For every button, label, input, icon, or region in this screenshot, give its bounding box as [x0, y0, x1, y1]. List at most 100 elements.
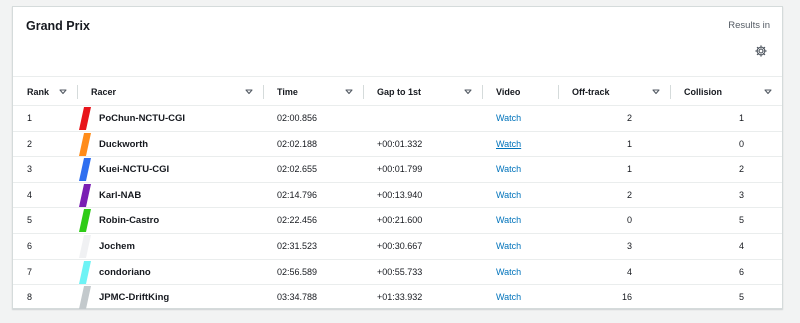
offtrack-cell: 1 [626, 164, 632, 175]
collision-cell: 4 [738, 240, 744, 251]
caret-down-icon [652, 89, 660, 95]
column-header-gap[interactable]: Gap to 1st [363, 78, 482, 106]
rank-cell: 4 [27, 189, 33, 200]
table-row: 1 PoChun-NCTU-CGI 02:00.856 Watch 2 1 [13, 106, 782, 132]
time-cell: 02:00.856 [277, 113, 318, 123]
column-label: Collision [684, 87, 722, 97]
watch-link[interactable]: Watch [482, 157, 558, 183]
offtrack-cell: 0 [626, 215, 632, 226]
rank-cell: 1 [27, 113, 33, 123]
racer-color-swatch [79, 132, 91, 156]
offtrack-cell: 1 [626, 138, 632, 149]
column-label: Time [277, 87, 298, 97]
watch-link[interactable]: Watch [482, 208, 558, 234]
racer-color-swatch [79, 286, 91, 310]
collision-cell: 6 [738, 266, 744, 277]
gap-cell: +00:55.733 [377, 266, 423, 277]
time-cell: 02:02.188 [277, 138, 318, 149]
gap-cell: +00:01.332 [377, 138, 423, 149]
column-label: Off-track [572, 87, 610, 97]
offtrack-cell: 4 [626, 266, 632, 277]
table-row: 3 Kuei-NCTU-CGI 02:02.655 +00:01.799 Wat… [13, 157, 782, 183]
panel-title: Grand Prix [26, 19, 90, 33]
table-body: 1 PoChun-NCTU-CGI 02:00.856 Watch 2 1 2 … [13, 106, 782, 311]
rank-cell: 7 [27, 266, 33, 277]
gap-cell [363, 106, 482, 132]
time-cell: 03:34.788 [277, 292, 318, 303]
collision-cell: 0 [738, 138, 744, 149]
watch-link[interactable]: Watch [482, 132, 558, 158]
caret-down-icon [245, 89, 253, 95]
time-cell: 02:02.655 [277, 164, 318, 175]
table-row: 5 Robin-Castro 02:22.456 +00:21.600 Watc… [13, 208, 782, 234]
rank-cell: 8 [27, 292, 33, 303]
table-row: 8 JPMC-DriftKing 03:34.788 +01:33.932 Wa… [13, 285, 782, 311]
collision-cell: 5 [738, 292, 744, 303]
column-header-collision[interactable]: Collision [670, 78, 782, 106]
gap-cell: +00:01.799 [377, 164, 423, 175]
collision-cell: 2 [738, 164, 744, 175]
racer-color-swatch [79, 158, 91, 182]
gear-icon[interactable] [755, 45, 767, 57]
time-cell: 02:56.589 [277, 266, 318, 277]
watch-link[interactable]: Watch [482, 106, 558, 132]
column-header-rank[interactable]: Rank [13, 78, 77, 106]
rank-cell: 6 [27, 240, 33, 251]
rank-cell: 3 [27, 164, 33, 175]
racer-name: condoriano [99, 266, 151, 278]
offtrack-cell: 2 [626, 189, 632, 200]
results-table: Rank Racer Time Gap to 1st Video Off-tra… [13, 78, 782, 311]
watch-link[interactable]: Watch [482, 234, 558, 260]
table-row: 4 Karl-NAB 02:14.796 +00:13.940 Watch 2 … [13, 183, 782, 209]
racer-name: Kuei-NCTU-CGI [99, 164, 170, 176]
panel-header: Grand Prix Results in [13, 7, 782, 77]
column-header-offtrack[interactable]: Off-track [558, 78, 670, 106]
rank-cell: 5 [27, 215, 33, 226]
grand-prix-panel: Grand Prix Results in Rank Racer Time Ga… [12, 6, 783, 311]
column-header-time[interactable]: Time [263, 78, 363, 106]
table-header: Rank Racer Time Gap to 1st Video Off-tra… [13, 78, 782, 106]
offtrack-cell: 3 [626, 240, 632, 251]
racer-color-swatch [79, 209, 91, 233]
racer-name: PoChun-NCTU-CGI [99, 113, 186, 124]
column-label: Racer [91, 87, 117, 97]
offtrack-cell: 16 [621, 292, 632, 303]
caret-down-icon [59, 89, 67, 95]
column-label: Gap to 1st [377, 87, 422, 97]
gap-cell: +00:13.940 [377, 189, 423, 200]
column-header-racer[interactable]: Racer [77, 78, 263, 106]
caret-down-icon [345, 89, 353, 95]
racer-color-swatch [79, 107, 91, 130]
table-row: 6 Jochem 02:31.523 +00:30.667 Watch 3 4 [13, 234, 782, 260]
gap-cell: +00:30.667 [377, 240, 423, 251]
column-label: Rank [27, 87, 50, 97]
table-row: 2 Duckworth 02:02.188 +00:01.332 Watch 1… [13, 132, 782, 158]
results-label: Results in [728, 20, 770, 31]
racer-name: Jochem [99, 240, 135, 252]
racer-color-swatch [79, 183, 91, 207]
caret-down-icon [464, 89, 472, 95]
racer-color-swatch [79, 260, 91, 284]
gap-cell: +01:33.932 [377, 292, 423, 303]
rank-cell: 2 [27, 138, 33, 149]
column-label: Video [496, 87, 521, 97]
watch-link[interactable]: Watch [482, 183, 558, 209]
collision-cell: 3 [738, 189, 744, 200]
time-cell: 02:31.523 [277, 240, 318, 251]
caret-down-icon [764, 89, 772, 95]
watch-link[interactable]: Watch [482, 285, 558, 311]
gap-cell: +00:21.600 [377, 215, 423, 226]
racer-name: JPMC-DriftKing [99, 292, 170, 304]
column-header-video: Video [482, 78, 558, 106]
racer-name: Robin-Castro [99, 215, 160, 227]
racer-name: Karl-NAB [99, 189, 142, 201]
offtrack-cell: 2 [626, 113, 632, 123]
collision-cell: 5 [738, 215, 744, 226]
racer-name: Duckworth [99, 138, 149, 150]
table-row: 7 condoriano 02:56.589 +00:55.733 Watch … [13, 260, 782, 286]
time-cell: 02:14.796 [277, 189, 318, 200]
watch-link[interactable]: Watch [482, 260, 558, 286]
racer-color-swatch [79, 234, 91, 258]
time-cell: 02:22.456 [277, 215, 318, 226]
collision-cell: 1 [738, 113, 744, 123]
